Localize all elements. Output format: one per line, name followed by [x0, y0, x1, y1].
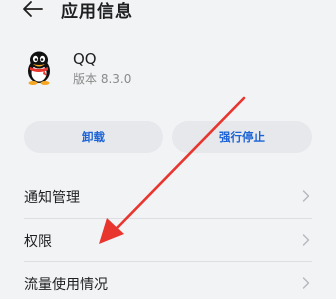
list-item-label: 通知管理	[24, 190, 80, 206]
list-item-label: 流量使用情况	[24, 277, 108, 293]
bottom-strip	[0, 299, 336, 305]
list-item-data-usage[interactable]: 流量使用情况	[0, 262, 336, 304]
app-name: QQ	[73, 50, 97, 68]
uninstall-button[interactable]: 卸载	[24, 121, 163, 153]
qq-penguin-icon	[28, 51, 50, 85]
chevron-right-icon	[302, 234, 310, 246]
force-stop-button[interactable]: 强行停止	[172, 121, 312, 153]
chevron-right-icon	[302, 190, 310, 202]
list-item-notification-management[interactable]: 通知管理	[0, 175, 336, 217]
page-title: 应用信息	[61, 2, 133, 22]
app-version: 版本 8.3.0	[73, 72, 132, 86]
list-item-label: 权限	[24, 234, 52, 250]
arrow-left-icon[interactable]	[22, 0, 44, 18]
app-bar: 应用信息	[0, 0, 336, 36]
list-item-permissions[interactable]: 权限	[0, 219, 336, 261]
chevron-right-icon	[302, 277, 310, 289]
